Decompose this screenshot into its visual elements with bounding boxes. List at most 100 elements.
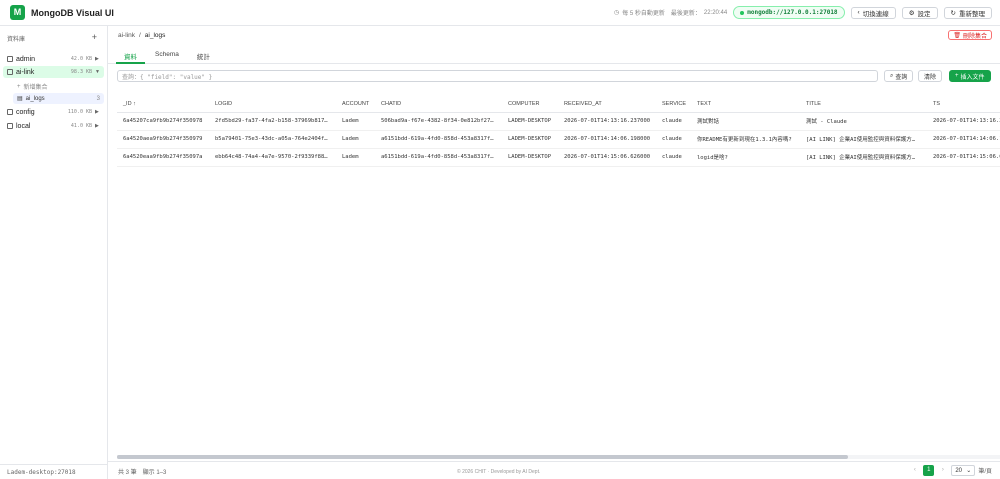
tab-data[interactable]: 資料: [116, 44, 145, 64]
cell-text: 你README有更新到現在1.3.1內容嗎?: [691, 130, 800, 149]
col-id[interactable]: _ID ↑: [117, 97, 209, 113]
next-page-button[interactable]: ›: [937, 465, 948, 476]
prev-page-button[interactable]: ‹: [909, 465, 920, 476]
col-computer[interactable]: COMPUTER: [502, 97, 558, 113]
sidebar: 資料庫 + admin 42.0 KB ▶ ai-link 98.3 KB ▼ …: [0, 26, 108, 479]
sidebar-item-local[interactable]: local 41.0 KB ▶: [3, 120, 104, 132]
caret-right-icon: ▶: [95, 56, 99, 62]
table-row[interactable]: 6a4520eaa9fb9b274f35097a ebb64c48-74a4-4…: [117, 148, 1000, 167]
clear-button[interactable]: 清除: [918, 70, 943, 82]
cell-id: 6a4520eaa9fb9b274f35097a: [117, 148, 209, 167]
auto-refresh-info: ◷ 每 5 秒自動更新: [614, 8, 665, 17]
cell-service: claude: [656, 148, 691, 167]
sidebar-item-ai-logs[interactable]: ▤ ai_logs 3: [13, 93, 104, 104]
app-logo: M: [10, 5, 25, 20]
table-row[interactable]: 6a45207ca9fb9b274f350978 2fd5bd29-fa37-4…: [117, 112, 1000, 131]
breadcrumb: ai-link / ai_logs: [118, 32, 165, 39]
query-button[interactable]: ⌕ 查詢: [884, 70, 914, 82]
pagination: ‹ 1 › 20 ⌄ 筆/頁: [909, 465, 992, 476]
cell-ts: 2026-07-01T14:15:06.626: [927, 148, 1000, 167]
query-input[interactable]: 查詢：{ "field": "value" }: [117, 70, 878, 82]
cell-id: 6a4520aea9fb9b274f350979: [117, 130, 209, 149]
search-icon: ⌕: [890, 72, 894, 79]
record-count: 共 3 筆 顯示 1–3: [118, 467, 166, 476]
cell-id: 6a45207ca9fb9b274f350978: [117, 112, 209, 131]
sidebar-item-config[interactable]: config 110.0 KB ▶: [3, 106, 104, 118]
caret-right-icon: ▶: [95, 109, 99, 115]
col-service[interactable]: SERVICE: [656, 97, 691, 113]
switch-connection-label: 切換連線: [862, 10, 889, 18]
cell-service: claude: [656, 130, 691, 149]
db-name: admin: [16, 55, 36, 63]
app-title: MongoDB Visual UI: [31, 8, 114, 18]
page-size-select[interactable]: 20 ⌄: [951, 465, 976, 476]
plus-icon: +: [955, 73, 959, 79]
table-header-row: _ID ↑ LOGID ACCOUNT CHATID COMPUTER RECE…: [117, 97, 1000, 113]
col-chatid[interactable]: CHATID: [375, 97, 502, 113]
connection-badge: mongodb://127.0.0.1:27018: [733, 6, 845, 19]
collection-name: ai_logs: [25, 95, 45, 102]
tab-stats[interactable]: 統計: [189, 44, 218, 64]
col-ts[interactable]: TS: [927, 97, 1000, 113]
reload-button[interactable]: ↻ 重新整理: [943, 6, 992, 19]
settings-label: 設定: [917, 10, 931, 18]
col-received-at[interactable]: RECEIVED_AT: [558, 97, 656, 113]
db-name: ai-link: [16, 68, 35, 76]
db-size: 42.0 KB: [70, 56, 92, 62]
status-dot-icon: [740, 10, 745, 15]
chevron-left-icon: ‹: [857, 9, 860, 16]
breadcrumb-separator: /: [138, 32, 141, 39]
cell-title: [AI LINK] 企業AI使用監控與資料保護方…: [800, 148, 927, 167]
sidebar-heading: 資料庫: [7, 37, 26, 43]
cell-received-at: 2026-07-01T14:15:06.626000: [558, 148, 656, 167]
settings-button[interactable]: ⚙ 設定: [901, 6, 938, 19]
cell-account: Ladem: [336, 148, 375, 167]
switch-connection-button[interactable]: ‹ 切換連線: [850, 6, 896, 19]
add-database-button[interactable]: +: [92, 32, 97, 42]
table-footer: 共 3 筆 顯示 1–3 © 2026 CHIT · Developed by …: [108, 461, 1000, 479]
database-icon: [7, 109, 13, 115]
sidebar-item-ai-link[interactable]: ai-link 98.3 KB ▼: [3, 66, 104, 78]
insert-document-button[interactable]: + 插入文件: [949, 70, 991, 82]
col-logid[interactable]: LOGID: [209, 97, 336, 113]
delete-collection-label: 刪除集合: [962, 33, 987, 40]
sidebar-host: Ladem-desktop:27018: [0, 464, 107, 479]
cell-chatid: a6151bdd-619a-4fd0-858d-453a8317f…: [375, 130, 502, 149]
cell-chatid: a6151bdd-619a-4fd0-858d-453a8317f…: [375, 148, 502, 167]
total-count: 共 3 筆: [118, 470, 137, 476]
sidebar-item-admin[interactable]: admin 42.0 KB ▶: [3, 53, 104, 65]
db-name: config: [16, 108, 35, 116]
auto-refresh-label: 每 5 秒自動更新: [622, 11, 665, 17]
delete-collection-button[interactable]: 🗑 刪除集合: [948, 30, 992, 40]
refresh-icon: ↻: [950, 9, 956, 17]
main-panel: ai-link / ai_logs 🗑 刪除集合 資料 Schema 統計 查詢…: [108, 26, 1000, 479]
table-row[interactable]: 6a4520aea9fb9b274f350979 b5a79401-75e3-4…: [117, 130, 1000, 149]
cell-computer: LADEM-DESKTOP: [502, 130, 558, 149]
new-collection-button[interactable]: + 新增集合: [13, 81, 104, 92]
page-button[interactable]: 1: [923, 465, 935, 476]
breadcrumb-db[interactable]: ai-link: [118, 32, 135, 39]
col-title[interactable]: TITLE: [800, 97, 927, 113]
caret-down-icon: ▼: [95, 69, 100, 75]
database-icon: [7, 69, 13, 75]
new-collection-label: 新增集合: [23, 85, 48, 91]
collection-count: 3: [96, 95, 100, 102]
page-size-value: 20: [955, 467, 963, 474]
col-text[interactable]: TEXT: [691, 97, 800, 113]
plus-icon: +: [17, 83, 21, 90]
col-account[interactable]: ACCOUNT: [336, 97, 375, 113]
db-size: 98.3 KB: [70, 69, 92, 75]
cell-received-at: 2026-07-01T14:13:16.237000: [558, 112, 656, 131]
per-page-label: 筆/頁: [978, 469, 992, 475]
connection-string: mongodb://127.0.0.1:27018: [747, 9, 838, 16]
last-updated: 最後更新： 22:20:44: [671, 8, 727, 18]
cell-received-at: 2026-07-01T14:14:06.198000: [558, 130, 656, 149]
cell-computer: LADEM-DESKTOP: [502, 112, 558, 131]
tab-schema[interactable]: Schema: [147, 44, 187, 64]
cell-logid: b5a79401-75e3-43dc-a05a-764e2404f…: [209, 130, 336, 149]
scrollbar-thumb[interactable]: [117, 455, 848, 459]
db-name: local: [16, 122, 31, 130]
cell-computer: LADEM-DESKTOP: [502, 148, 558, 167]
horizontal-scrollbar[interactable]: [117, 455, 1000, 459]
cell-service: claude: [656, 112, 691, 131]
